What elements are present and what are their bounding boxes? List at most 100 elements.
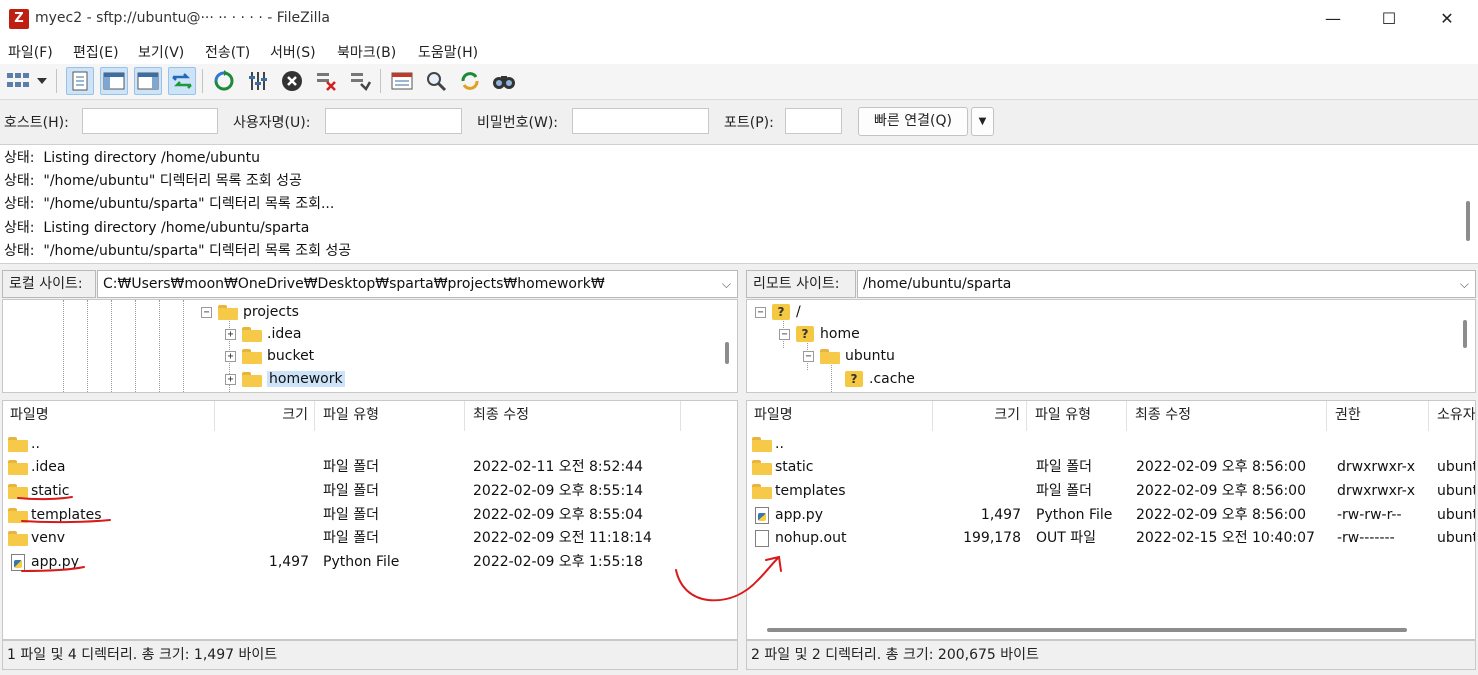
tree-item-cache[interactable]: ? .cache: [845, 368, 915, 390]
expand-icon[interactable]: +: [225, 328, 236, 340]
tree-item-ubuntu[interactable]: − ubuntu: [803, 345, 895, 367]
tree-scrollbar[interactable]: [725, 342, 729, 364]
tree-item-homework[interactable]: + homework: [225, 368, 345, 390]
local-path-combo[interactable]: C:₩Users₩moon₩OneDrive₩Desktop₩sparta₩pr…: [97, 270, 738, 298]
cancel-icon[interactable]: [278, 67, 306, 95]
log-line: 상태: "/home/ubuntu/sparta" 디렉터리 목록 조회 성공: [4, 243, 352, 259]
local-site-label: 로컬 사이트:: [2, 270, 96, 298]
chevron-down-icon[interactable]: ⌵: [722, 271, 731, 297]
unknown-folder-icon: ?: [796, 326, 814, 342]
table-row[interactable]: ..: [747, 433, 1475, 457]
table-row[interactable]: ..: [3, 433, 737, 457]
menu-view[interactable]: 보기(V): [138, 42, 184, 62]
refresh-icon[interactable]: [210, 67, 238, 95]
compare-directories-icon[interactable]: [422, 67, 450, 95]
tree-scrollbar[interactable]: [1463, 320, 1467, 348]
column-size[interactable]: 크기: [933, 401, 1027, 431]
local-file-list[interactable]: 파일명 크기 파일 유형 ^ 최종 수정 .. .idea 파일 폴더 2022…: [2, 400, 738, 640]
column-modified[interactable]: 최종 수정: [465, 401, 681, 431]
message-log[interactable]: 상태: Listing directory /home/ubuntu 상태: "…: [0, 144, 1478, 264]
dropdown-arrow-icon[interactable]: [34, 67, 50, 95]
toggle-queue-icon[interactable]: [168, 67, 196, 95]
log-line: 상태: "/home/ubuntu/sparta" 디렉터리 목록 조회...: [4, 196, 335, 212]
column-owner[interactable]: 소유자: [1429, 401, 1475, 431]
site-manager-icon[interactable]: [4, 67, 32, 95]
expand-icon[interactable]: +: [225, 373, 236, 385]
table-row[interactable]: templates 파일 폴더 2022-02-09 오후 8:55:04: [3, 504, 737, 528]
tree-item-home[interactable]: − ? home: [779, 323, 860, 345]
expand-icon[interactable]: +: [225, 350, 236, 362]
tree-item-root[interactable]: − ? /: [755, 301, 801, 323]
column-filename[interactable]: 파일명: [3, 401, 215, 431]
menu-server[interactable]: 서버(S): [270, 42, 316, 62]
menu-help[interactable]: 도움말(H): [418, 42, 478, 62]
collapse-icon[interactable]: −: [803, 350, 814, 362]
tree-item-projects[interactable]: − projects: [201, 301, 299, 323]
toggle-remote-tree-icon[interactable]: [134, 67, 162, 95]
host-input[interactable]: [82, 108, 218, 134]
column-filetype[interactable]: 파일 유형: [1027, 401, 1127, 431]
table-row[interactable]: static 파일 폴더 2022-02-09 오후 8:55:14: [3, 480, 737, 504]
file-owner: ubunt: [1437, 483, 1476, 499]
menu-bookmarks[interactable]: 북마크(B): [337, 42, 396, 62]
port-input[interactable]: [785, 108, 842, 134]
toggle-message-log-icon[interactable]: [66, 67, 94, 95]
search-files-icon[interactable]: [490, 67, 518, 95]
close-button[interactable]: ✕: [1424, 5, 1470, 33]
menu-transfer[interactable]: 전송(T): [205, 42, 250, 62]
collapse-icon[interactable]: −: [779, 328, 790, 340]
collapse-icon[interactable]: −: [755, 306, 766, 318]
table-row[interactable]: app.py 1,497 Python File 2022-02-09 오후 1…: [3, 551, 737, 575]
tree-guide: [111, 300, 112, 392]
remote-file-list[interactable]: 파일명 ^ 크기 파일 유형 최종 수정 권한 소유자 .. static 파일…: [746, 400, 1476, 640]
column-size[interactable]: 크기: [215, 401, 315, 431]
quickconnect-dropdown-button[interactable]: ▼: [971, 107, 994, 136]
file-type: OUT 파일: [1036, 530, 1097, 546]
horizontal-scrollbar[interactable]: [767, 628, 1407, 632]
table-row[interactable]: nohup.out 199,178 OUT 파일 2022-02-15 오전 1…: [747, 527, 1475, 551]
column-permissions[interactable]: 권한: [1327, 401, 1429, 431]
remote-directory-tree[interactable]: − ? / − ? home − ubuntu ? .cache: [746, 299, 1476, 393]
remote-path-text: /home/ubuntu/sparta: [863, 276, 1012, 292]
folder-icon: [820, 348, 840, 364]
file-modified: 2022-02-09 오후 8:56:00: [1136, 483, 1306, 499]
table-row[interactable]: templates 파일 폴더 2022-02-09 오후 8:56:00 dr…: [747, 480, 1475, 504]
password-input[interactable]: [572, 108, 709, 134]
table-row[interactable]: .idea 파일 폴더 2022-02-11 오전 8:52:44: [3, 456, 737, 480]
column-modified[interactable]: 최종 수정: [1127, 401, 1327, 431]
sync-browsing-icon[interactable]: [456, 67, 484, 95]
table-row[interactable]: static 파일 폴더 2022-02-09 오후 8:56:00 drwxr…: [747, 456, 1475, 480]
file-type: 파일 폴더: [1036, 459, 1092, 475]
reconnect-icon[interactable]: [346, 67, 374, 95]
unknown-folder-icon: ?: [772, 304, 790, 320]
file-name: .idea: [31, 459, 66, 475]
file-modified: 2022-02-09 오후 1:55:18: [473, 554, 643, 570]
tree-item-idea[interactable]: + .idea: [225, 323, 301, 345]
username-input[interactable]: [325, 108, 462, 134]
minimize-button[interactable]: —: [1310, 5, 1356, 33]
directory-listing-filter-icon[interactable]: [388, 67, 416, 95]
tree-item-bucket[interactable]: + bucket: [225, 345, 314, 367]
local-directory-tree[interactable]: − projects + .idea + bucket + homework: [2, 299, 738, 393]
remote-status-bar: 2 파일 및 2 디렉터리. 총 크기: 200,675 바이트: [746, 640, 1476, 670]
maximize-button[interactable]: ☐: [1366, 5, 1412, 33]
file-type: Python File: [1036, 507, 1113, 523]
menu-bar: 파일(F) 편집(E) 보기(V) 전송(T) 서버(S) 북마크(B) 도움말…: [0, 38, 1478, 64]
collapse-icon[interactable]: −: [201, 306, 212, 318]
disconnect-icon[interactable]: [312, 67, 340, 95]
process-queue-icon[interactable]: [244, 67, 272, 95]
table-row[interactable]: app.py 1,497 Python File 2022-02-09 오후 8…: [747, 504, 1475, 528]
file-owner: ubunt: [1437, 507, 1476, 523]
menu-file[interactable]: 파일(F): [8, 42, 53, 62]
table-row[interactable]: venv 파일 폴더 2022-02-09 오전 11:18:14: [3, 527, 737, 551]
menu-edit[interactable]: 편집(E): [73, 42, 119, 62]
python-file-icon: [755, 507, 769, 524]
file-name: venv: [31, 530, 66, 546]
remote-path-combo[interactable]: /home/ubuntu/sparta ⌵: [857, 270, 1476, 298]
file-modified: 2022-02-15 오전 10:40:07: [1136, 530, 1315, 546]
quickconnect-button[interactable]: 빠른 연결(Q): [858, 107, 968, 136]
toggle-local-tree-icon[interactable]: [100, 67, 128, 95]
chevron-down-icon[interactable]: ⌵: [1460, 271, 1469, 297]
file-name: templates: [775, 483, 846, 499]
log-scrollbar[interactable]: [1466, 201, 1470, 241]
